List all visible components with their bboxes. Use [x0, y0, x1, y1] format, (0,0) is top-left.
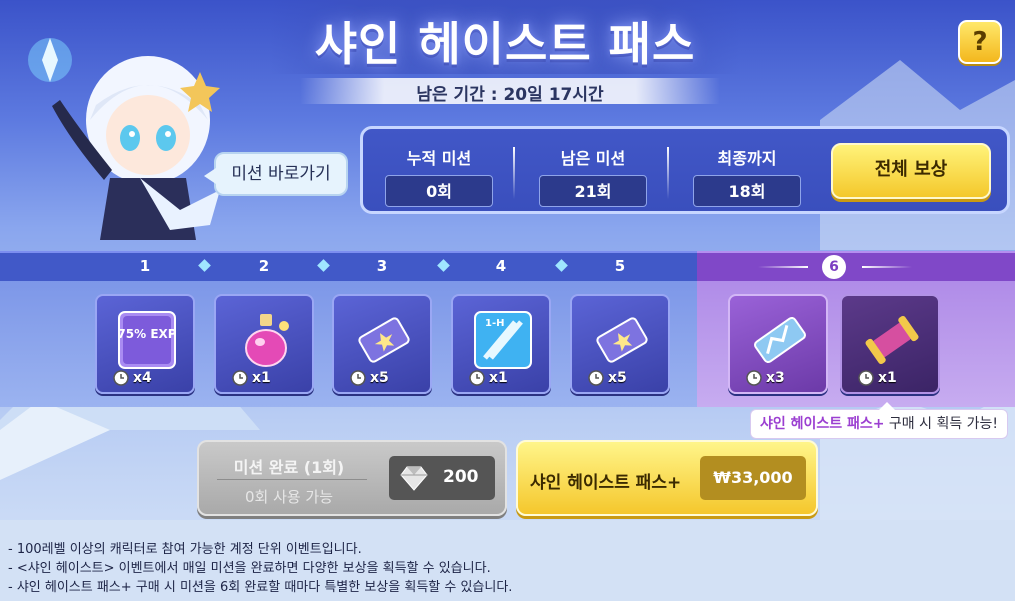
note-line: - 100레벨 이상의 캐릭터로 참여 가능한 계정 단위 이벤트입니다.	[8, 542, 362, 557]
mission-complete-label: 미션 완료 (1회)	[233, 458, 345, 477]
stat-value: 0회	[385, 175, 493, 207]
stat-until-final: 최종까지 18회	[693, 145, 801, 207]
gem-price-value: 200	[443, 467, 479, 487]
clock-icon	[232, 370, 248, 386]
step-number: 3	[376, 257, 388, 275]
ticket-icon	[596, 317, 648, 363]
mission-shortcut-button[interactable]: 미션 바로가기	[204, 152, 348, 196]
plus-reward-item[interactable]: x3	[728, 294, 828, 394]
note-line: - 샤인 헤이스트 패스+ 구매 시 미션을 6회 완료할 때마다 특별한 보상…	[8, 580, 513, 595]
stat-label: 누적 미션	[406, 149, 472, 168]
stat-label: 최종까지	[717, 149, 777, 168]
step-number: 2	[258, 257, 270, 275]
reward-item[interactable]: x1	[214, 294, 314, 394]
item-quantity: x4	[133, 370, 152, 386]
ticket-icon	[358, 317, 410, 363]
item-quantity: x5	[608, 370, 627, 386]
clock-icon	[113, 370, 129, 386]
remaining-period: 남은 기간 : 20일 17시간	[416, 85, 604, 105]
buy-plus-pass-button[interactable]: 샤인 헤이스트 패스+ ₩33,000	[516, 440, 818, 516]
exp-coupon-icon: 75% EXP	[117, 311, 177, 369]
stat-remaining-missions: 남은 미션 21회	[539, 145, 647, 207]
clock-icon	[858, 370, 874, 386]
clock-icon	[350, 370, 366, 386]
star-line	[758, 266, 808, 268]
svg-text:75% EXP: 75% EXP	[117, 327, 176, 341]
event-notes: - 100레벨 이상의 캐릭터로 참여 가능한 계정 단위 이벤트입니다. - …	[8, 540, 1008, 597]
mission-complete-button[interactable]: 미션 완료 (1회) 0회 사용 가능 200	[197, 440, 507, 516]
tooltip-text: 구매 시 획득 가능!	[884, 416, 999, 432]
clock-icon	[588, 370, 604, 386]
available-uses-label: 0회 사용 가능	[244, 488, 334, 506]
step-number: 4	[495, 257, 507, 275]
stat-accumulated-missions: 누적 미션 0회	[385, 145, 493, 207]
note-line: - <샤인 헤이스트> 이벤트에서 매일 미션을 완료하면 다양한 보상을 획득…	[8, 561, 491, 576]
step-number: 1	[139, 257, 151, 275]
step-number-plus: 6	[822, 255, 846, 279]
stat-label: 남은 미션	[560, 149, 626, 168]
reward-item[interactable]: 1-H x1	[451, 294, 551, 394]
star-line	[862, 266, 912, 268]
reward-item[interactable]: x5	[570, 294, 670, 394]
item-quantity: x1	[252, 370, 271, 386]
gem-icon	[400, 466, 428, 491]
stat-divider	[667, 147, 669, 199]
plus-reward-strip-header	[697, 251, 1015, 281]
stat-divider	[513, 147, 515, 199]
swords-1h-icon: 1-H	[474, 311, 532, 369]
divider	[217, 479, 367, 480]
reward-item[interactable]: 75% EXP x4	[95, 294, 195, 394]
item-quantity: x1	[878, 370, 897, 386]
stats-panel: 누적 미션 0회 남은 미션 21회 최종까지 18회 전체 보상	[360, 126, 1010, 214]
gem-price: 200	[389, 456, 495, 500]
reward-item[interactable]: x5	[332, 294, 432, 394]
svg-text:1-H: 1-H	[485, 318, 504, 329]
scroll-icon	[865, 315, 919, 365]
plus-reward-item[interactable]: x1	[840, 294, 940, 394]
plus-pass-tooltip: 샤인 헤이스트 패스+ 구매 시 획득 가능!	[750, 402, 1008, 439]
item-quantity: x3	[766, 370, 785, 386]
item-quantity: x1	[489, 370, 508, 386]
buy-plus-pass-label: 샤인 헤이스트 패스+	[530, 473, 682, 493]
pass-price: ₩33,000	[700, 456, 806, 500]
stat-value: 21회	[539, 175, 647, 207]
step-number: 5	[614, 257, 626, 275]
crystal-ticket-icon	[754, 316, 806, 364]
all-rewards-button[interactable]: 전체 보상	[831, 143, 991, 199]
page-title: 샤인 헤이스트 패스	[314, 17, 696, 71]
reward-strip-header	[0, 251, 697, 281]
clock-icon	[469, 370, 485, 386]
help-button[interactable]: ?	[958, 20, 1002, 64]
item-quantity: x5	[370, 370, 389, 386]
stat-value: 18회	[693, 175, 801, 207]
tooltip-accent-text: 샤인 헤이스트 패스+	[759, 416, 885, 432]
clock-icon	[746, 370, 762, 386]
character-illustration	[28, 38, 220, 240]
potion-bottle-icon	[245, 314, 289, 367]
